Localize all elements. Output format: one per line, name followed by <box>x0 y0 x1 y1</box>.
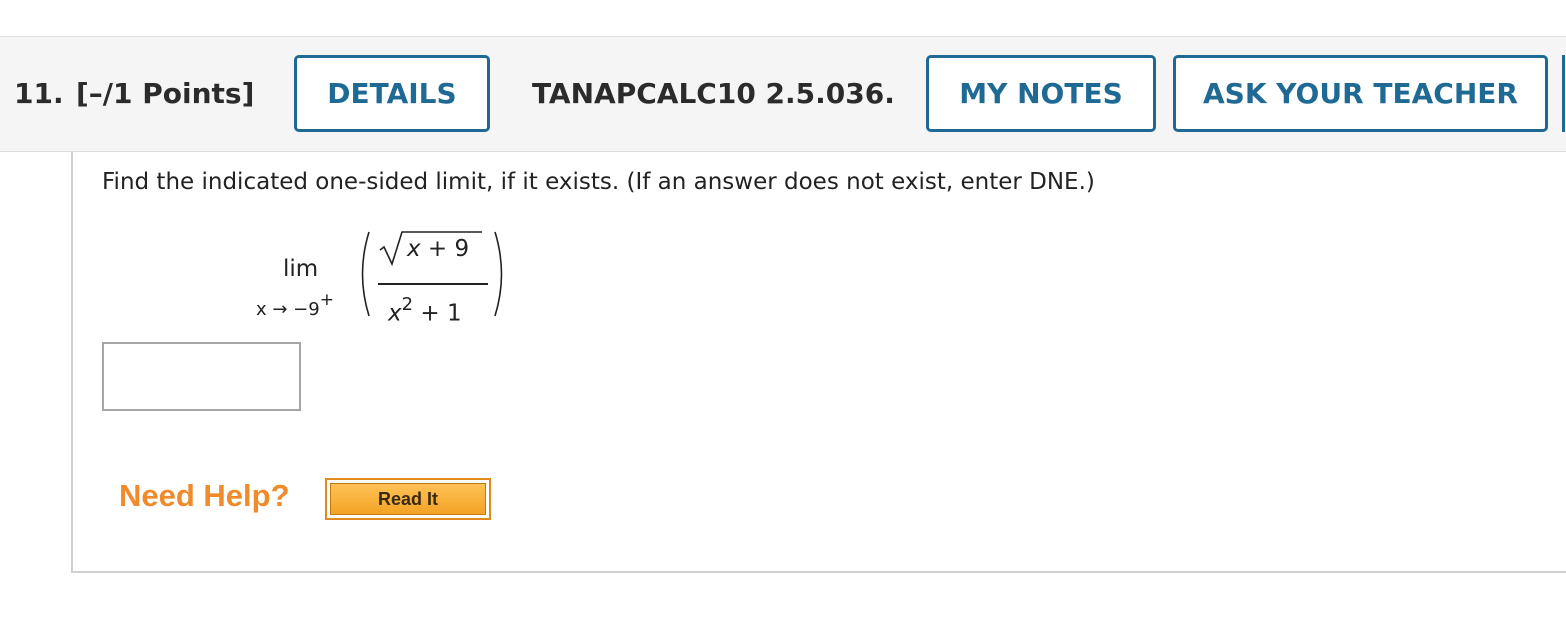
limit-word: lim <box>283 256 319 282</box>
ask-your-teacher-button[interactable]: ASK YOUR TEACHER <box>1173 55 1548 132</box>
left-paren-icon <box>361 231 370 317</box>
limit-subscript: x → −9+ <box>256 290 334 320</box>
points-label: [–/1 Points] <box>76 77 255 110</box>
question-number: 11. <box>14 77 64 110</box>
need-help-label: Need Help? <box>119 478 290 513</box>
denominator-rest: + 1 <box>413 300 462 327</box>
read-it-label: Read It <box>330 483 486 515</box>
limit-approach: x → −9 <box>256 299 320 320</box>
problem-id: TANAPCALC10 2.5.036. <box>532 77 895 110</box>
details-button[interactable]: DETAILS <box>294 55 490 132</box>
denominator-variable: x <box>388 300 402 327</box>
right-paren-icon <box>494 231 503 317</box>
numerator-variable: x <box>407 236 421 262</box>
numerator-rest: + 9 <box>420 236 470 262</box>
numerator: x + 9 <box>407 236 469 262</box>
answer-input[interactable] <box>102 342 301 411</box>
fraction-bar <box>378 283 488 285</box>
denominator: x2 + 1 <box>388 294 462 327</box>
question-instruction: Find the indicated one-sided limit, if i… <box>102 169 1095 195</box>
limit-direction: + <box>319 290 334 310</box>
my-notes-button[interactable]: MY NOTES <box>926 55 1156 132</box>
overflow-button-edge[interactable] <box>1562 55 1566 132</box>
denominator-exponent: 2 <box>401 294 414 315</box>
read-it-button[interactable]: Read It <box>325 478 491 520</box>
